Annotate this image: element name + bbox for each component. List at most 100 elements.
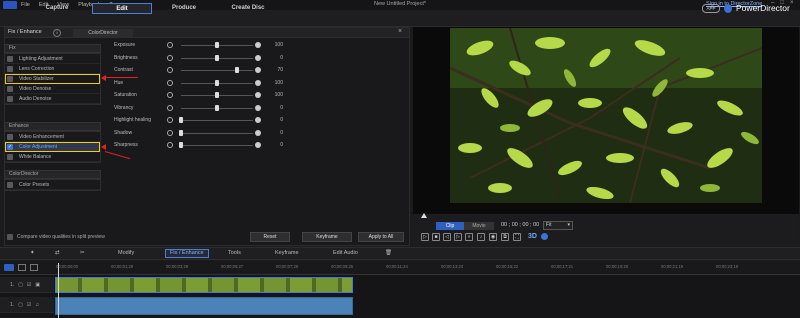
track-manager-icon[interactable]: ⇄ <box>55 250 60 256</box>
slider-label: Hue <box>114 80 124 86</box>
fit-label: Fit <box>546 222 552 228</box>
eye-icon[interactable]: ☑ <box>27 282 31 288</box>
slider-min-icon <box>167 130 173 136</box>
split-icon[interactable]: ✂ <box>80 250 85 256</box>
fast-forward-icon[interactable]: » <box>465 233 473 241</box>
checkmark-icon[interactable]: ✓ <box>7 143 13 150</box>
list-item-video-enhancement[interactable]: Video Enhancement <box>5 132 100 142</box>
slider-max-icon <box>255 92 261 98</box>
clip-mode-button[interactable]: Clip <box>436 222 464 230</box>
list-item-color-presets[interactable]: Color Presets <box>5 180 100 190</box>
compare-checkbox[interactable] <box>7 234 13 240</box>
slider-row-contrast: Contrast 70 <box>114 65 284 76</box>
checkbox[interactable] <box>7 65 13 72</box>
slider-handle[interactable] <box>215 92 219 98</box>
magic-tools-icon[interactable]: ✦ <box>30 250 35 256</box>
play-icon[interactable]: ▷ <box>421 233 429 241</box>
tab-fix-enhance[interactable]: Fix / Enhance <box>8 29 42 35</box>
window-title: New Untitled Project* <box>374 1 426 7</box>
slider-value[interactable]: 0 <box>267 117 283 123</box>
close-panel-icon[interactable]: × <box>398 28 402 35</box>
slider-handle[interactable] <box>215 42 219 48</box>
tab-colordirector[interactable]: ColorDirector <box>73 29 133 37</box>
keyframe-toolbar-button[interactable]: Keyframe <box>275 250 299 256</box>
tab-create-disc[interactable]: Create Disc <box>220 3 276 14</box>
mute-icon[interactable]: ☑ <box>27 302 31 308</box>
lock-icon[interactable]: ▢ <box>18 302 23 308</box>
list-item-lens-correction[interactable]: Lens Correction <box>5 64 100 74</box>
stop-icon[interactable]: ■ <box>432 233 440 241</box>
list-item-video-stabilizer[interactable]: Video Stabilizer <box>5 74 100 84</box>
slider-value[interactable]: 100 <box>267 92 283 98</box>
list-item-color-adjustment[interactable]: ✓ Color Adjustment <box>5 142 100 152</box>
timeline-settings-icon[interactable] <box>18 264 26 271</box>
keyframe-button[interactable]: Keyframe <box>302 232 352 242</box>
checkbox[interactable] <box>7 133 13 140</box>
slider-value[interactable]: 0 <box>267 130 283 136</box>
slider-value[interactable]: 0 <box>267 105 283 111</box>
list-item-video-denoise[interactable]: Video Denoise <box>5 84 100 94</box>
delete-icon[interactable]: 🗑 <box>385 250 392 256</box>
timecode-display[interactable]: 00 ; 00 ; 00 ; 00 <box>501 222 539 228</box>
3d-settings-icon[interactable] <box>541 233 548 240</box>
undock-icon[interactable]: ⧉ <box>501 233 509 241</box>
modify-button[interactable]: Modify <box>118 250 134 256</box>
slider-track[interactable] <box>181 133 253 134</box>
zoom-fit-select[interactable]: Fit ▾ <box>543 221 573 230</box>
slider-value[interactable]: 0 <box>267 55 283 61</box>
movie-mode-button[interactable]: Movie <box>464 222 494 230</box>
slider-value[interactable]: 70 <box>267 67 283 73</box>
checkbox[interactable] <box>7 85 13 92</box>
app-badge[interactable]: APP <box>702 4 720 13</box>
reset-button[interactable]: Reset <box>250 232 290 242</box>
playhead[interactable] <box>58 263 59 318</box>
apply-to-all-button[interactable]: Apply to All <box>358 232 404 242</box>
list-item-white-balance[interactable]: White Balance <box>5 152 100 162</box>
marker-icon[interactable] <box>30 264 38 271</box>
3d-mode-toggle[interactable]: 3D <box>528 233 537 240</box>
volume-icon[interactable]: ♪ <box>477 233 485 241</box>
snapshot-icon[interactable]: ◉ <box>489 233 497 241</box>
tools-button[interactable]: Tools <box>228 250 241 256</box>
user-icon[interactable] <box>724 4 732 13</box>
fix-enhance-button[interactable]: Fix / Enhance <box>165 249 209 258</box>
checkbox[interactable] <box>7 181 13 188</box>
slider-label: Saturation <box>114 92 137 98</box>
lock-icon[interactable]: ▢ <box>18 282 23 288</box>
slider-handle[interactable] <box>215 105 219 111</box>
tab-edit[interactable]: Edit <box>92 3 152 14</box>
close-window-icon[interactable]: × <box>790 0 794 6</box>
previous-frame-icon[interactable]: ◁ <box>443 233 451 241</box>
list-item-lighting-adjustment[interactable]: Lighting Adjustment <box>5 54 100 64</box>
track-view-icon[interactable] <box>4 264 14 271</box>
slider-min-icon <box>167 105 173 111</box>
checkbox[interactable] <box>7 55 13 62</box>
slider-max-icon <box>255 42 261 48</box>
video-clip[interactable] <box>55 277 353 293</box>
info-icon[interactable]: i <box>53 29 61 37</box>
slider-value[interactable]: 100 <box>267 42 283 48</box>
slider-track[interactable] <box>181 70 253 71</box>
fullscreen-icon[interactable]: ⛶ <box>513 233 521 241</box>
scrubber-marker-icon[interactable] <box>421 213 427 218</box>
slider-value[interactable]: 100 <box>267 80 283 86</box>
slider-handle[interactable] <box>235 67 240 73</box>
audio-clip[interactable] <box>55 297 353 315</box>
slider-value[interactable]: 0 <box>267 142 283 148</box>
slider-handle[interactable] <box>179 117 183 123</box>
slider-handle[interactable] <box>215 80 219 86</box>
edit-audio-button[interactable]: Edit Audio <box>333 250 358 256</box>
checkbox[interactable] <box>7 95 13 102</box>
slider-handle[interactable] <box>179 130 183 136</box>
slider-handle[interactable] <box>215 55 219 61</box>
menu-file[interactable]: File <box>21 2 30 8</box>
slider-handle[interactable] <box>179 142 183 148</box>
slider-track[interactable] <box>181 120 253 121</box>
tab-produce[interactable]: Produce <box>160 3 208 14</box>
checkbox[interactable] <box>7 153 13 160</box>
checkbox[interactable] <box>7 75 13 82</box>
tab-capture[interactable]: Capture <box>38 3 76 14</box>
slider-track[interactable] <box>181 145 253 146</box>
next-frame-icon[interactable]: ▷ <box>454 233 462 241</box>
list-item-audio-denoise[interactable]: Audio Denoise <box>5 94 100 104</box>
